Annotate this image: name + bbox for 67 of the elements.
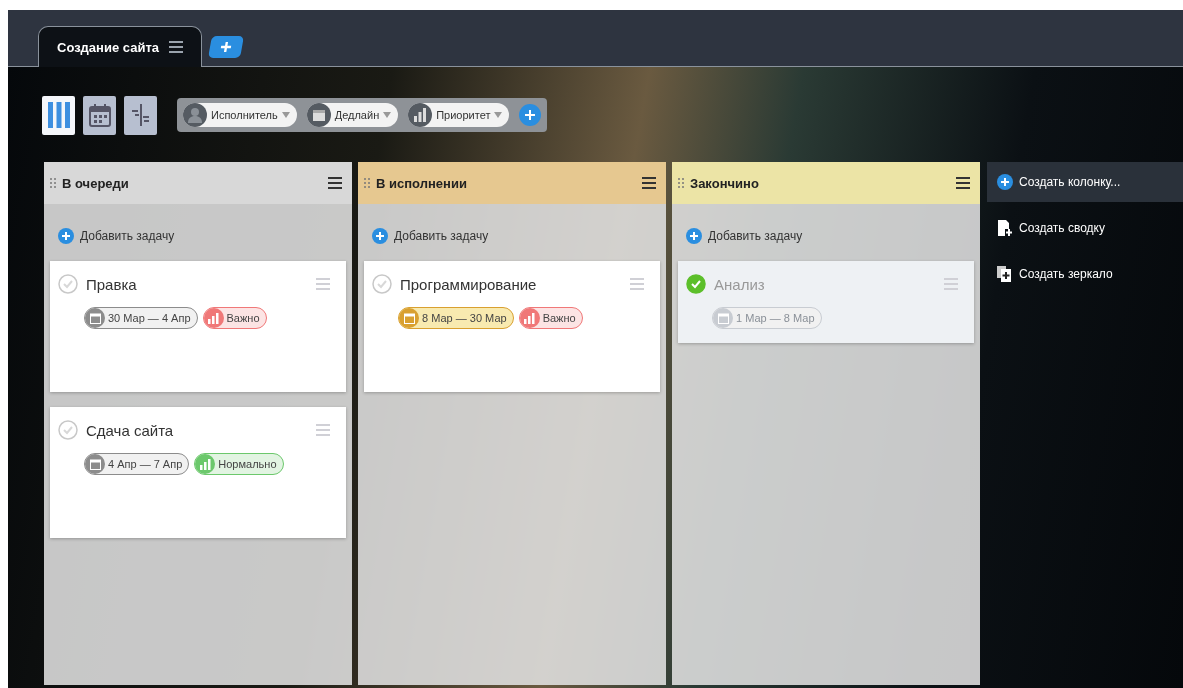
priority-tag[interactable]: Важно (202, 307, 267, 329)
document-plus-icon (997, 220, 1013, 236)
plus-circle-icon (997, 174, 1013, 190)
checkbox-icon[interactable] (372, 274, 392, 294)
dropdown-caret-icon (281, 112, 290, 118)
priority-tag[interactable]: Нормально (194, 453, 284, 475)
calendar-icon (85, 454, 105, 474)
add-task-button[interactable]: Добавить задачу (58, 228, 175, 244)
calendar-icon (399, 308, 419, 328)
deadline-tag[interactable]: 8 Мар — 30 Мар (398, 307, 514, 329)
plus-icon (218, 41, 234, 53)
plus-circle-icon (58, 228, 74, 244)
create-mirror-button[interactable]: Создать зеркало (987, 254, 1183, 294)
task-title: Программирование (400, 275, 538, 293)
task-card[interactable]: Правка 30 Мар — 4 Апр Важно (50, 261, 346, 392)
drag-handle-icon[interactable] (678, 177, 684, 189)
plus-icon (525, 110, 536, 120)
filter-dropdown[interactable]: Дедлайн (306, 103, 399, 127)
add-task-button[interactable]: Добавить задачу (686, 228, 803, 244)
deadline-tag[interactable]: 4 Апр — 7 Апр (84, 453, 190, 475)
copy-plus-icon (997, 266, 1013, 282)
menu-icon[interactable] (956, 177, 970, 189)
column-title: Закончино (690, 175, 760, 191)
menu-icon[interactable] (169, 41, 183, 53)
column-title: В очереди (62, 175, 130, 191)
task-card[interactable]: Сдача сайта 4 Апр — 7 Апр Нормально (50, 407, 346, 538)
add-task-button[interactable]: Добавить задачу (372, 228, 489, 244)
deadline-tag[interactable]: 30 Мар — 4 Апр (84, 307, 198, 329)
calendar-icon (306, 103, 331, 127)
drag-handle-icon[interactable] (364, 177, 370, 189)
plus-circle-icon (372, 228, 388, 244)
calendar-view-button[interactable] (83, 95, 116, 135)
columns-view-button[interactable] (42, 95, 75, 135)
columns-icon (47, 102, 70, 128)
board-tab[interactable]: Создание сайта (38, 26, 202, 67)
create-column-button[interactable]: Создать колонку... (987, 162, 1183, 202)
dropdown-caret-icon (383, 112, 392, 118)
menu-icon[interactable] (642, 177, 656, 189)
task-title: Анализ (714, 275, 766, 293)
drag-handle-icon[interactable] (50, 177, 56, 189)
menu-icon[interactable] (328, 177, 342, 189)
calendar-icon (85, 308, 105, 328)
dropdown-caret-icon (494, 112, 503, 118)
bar-chart-icon (519, 308, 540, 328)
calendar-icon (713, 308, 733, 328)
task-title: Правка (86, 275, 138, 293)
column-title: В исполнении (376, 175, 468, 191)
checkbox-icon[interactable] (58, 420, 78, 440)
create-summary-button[interactable]: Создать сводку (987, 208, 1183, 248)
priority-tag[interactable]: Важно (518, 307, 583, 329)
tab-title: Создание сайта (57, 39, 159, 55)
checkbox-icon[interactable] (686, 274, 706, 294)
add-filter-button[interactable] (519, 104, 542, 126)
checkbox-icon[interactable] (58, 274, 78, 294)
timeline-icon (129, 104, 152, 126)
filter-dropdown[interactable]: Приоритет (408, 103, 510, 127)
bar-chart-icon (195, 454, 216, 474)
timeline-view-button[interactable] (124, 95, 157, 135)
bar-chart-icon (408, 103, 433, 127)
person-icon (183, 103, 207, 127)
task-title: Сдача сайта (86, 421, 175, 439)
task-card[interactable]: Программирование 8 Мар — 30 Мар Важно (364, 261, 660, 392)
add-tab-button[interactable] (208, 36, 244, 58)
plus-circle-icon (686, 228, 702, 244)
calendar-icon (88, 103, 111, 127)
bar-chart-icon (203, 308, 224, 328)
filter-dropdown[interactable]: Исполнитель (183, 103, 297, 127)
